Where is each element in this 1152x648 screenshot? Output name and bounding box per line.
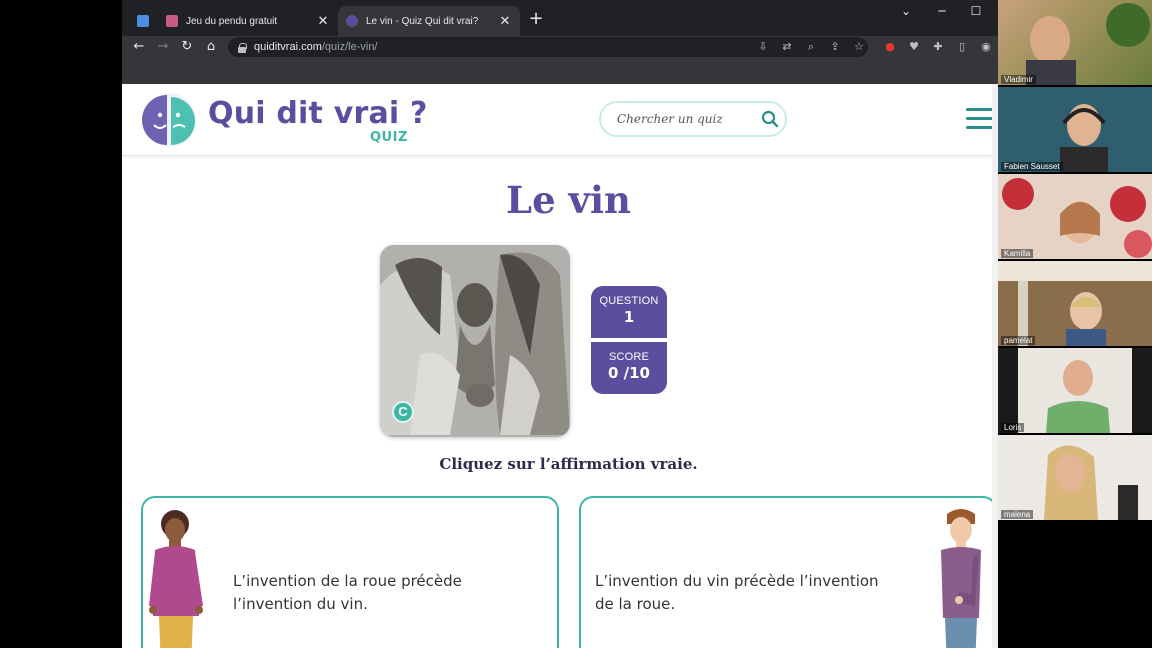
screen: Jeu du pendu gratuit ✕ Le vin - Quiz Qui…	[0, 0, 1152, 648]
extension-record-icon[interactable]: ●	[882, 39, 898, 55]
tab-search-chevron-icon[interactable]: ⌄	[896, 4, 916, 18]
back-icon[interactable]: ←	[130, 38, 148, 56]
tab-le-vin[interactable]: Le vin - Quiz Qui dit vrai? ✕	[338, 6, 520, 36]
participant-name: pamelat	[1001, 336, 1036, 345]
question-label: QUESTION	[599, 295, 659, 307]
participant-video	[998, 261, 1152, 346]
participant-video	[1060, 104, 1108, 172]
participant-video	[998, 348, 1152, 433]
copyright-badge-icon[interactable]: C	[392, 401, 414, 423]
man-character-illustration	[941, 509, 981, 648]
participant-name: Kamilla	[1001, 249, 1034, 258]
bookmark-bar	[122, 58, 998, 84]
answer-text: L’invention du vin précède l’invention d…	[595, 572, 879, 613]
participant-video	[1002, 178, 1152, 258]
minimize-icon[interactable]: ─	[932, 4, 952, 18]
logo-subtitle: QUIZ	[370, 130, 408, 145]
browser-toolbar: ← → ↻ ⌂ quiditvrai.com /quiz/le-vin/ ⇩ ⇄…	[122, 36, 998, 58]
score-counter: SCORE 0 /10	[591, 342, 667, 394]
tab-pinned[interactable]	[128, 6, 158, 36]
participant-tile[interactable]: Kamilla	[998, 174, 1152, 259]
participant-video	[1044, 445, 1138, 520]
video-call-panel: Vladimir Fabien Sausset Kamilla pamelat …	[998, 0, 1152, 648]
tab-title: Jeu du pendu gratuit	[186, 15, 278, 27]
participant-tile[interactable]: Loris	[998, 348, 1152, 433]
side-panel-icon[interactable]: ▯	[954, 39, 970, 55]
logo-faces-icon[interactable]	[140, 91, 198, 149]
score-label: SCORE	[608, 351, 650, 363]
pendu-favicon-icon	[166, 15, 178, 27]
bookmark-star-icon[interactable]: ☆	[851, 39, 867, 55]
question-counter: QUESTION 1	[591, 286, 667, 338]
participant-name: malena	[1001, 510, 1034, 519]
participant-name: Loris	[1001, 423, 1025, 432]
tab-pendu[interactable]: Jeu du pendu gratuit ✕	[158, 6, 338, 36]
instruction-text: Cliquez sur l’affirmation vraie.	[439, 455, 698, 473]
search-input[interactable]: Chercher un quiz	[617, 112, 755, 126]
extension-shield-icon[interactable]: ♥	[906, 39, 922, 55]
new-tab-button[interactable]: +	[526, 8, 546, 30]
participant-tile[interactable]: Vladimir	[998, 0, 1152, 85]
participant-name: Fabien Sausset	[1001, 162, 1063, 171]
search-icon[interactable]	[755, 104, 785, 134]
url-path: /quiz/le-vin/	[321, 41, 378, 53]
tab-close-icon[interactable]: ✕	[316, 13, 330, 29]
calendar-icon	[137, 15, 149, 27]
answer-card-b[interactable]: L’invention du vin précède l’invention d…	[579, 496, 997, 648]
address-bar[interactable]: quiditvrai.com /quiz/le-vin/	[228, 37, 868, 57]
forward-icon[interactable]: →	[154, 38, 172, 56]
tab-title: Le vin - Quiz Qui dit vrai?	[366, 15, 479, 27]
profile-avatar-icon[interactable]: ◉	[978, 39, 994, 55]
participant-video	[1026, 3, 1150, 85]
quiditvrai-favicon-icon	[346, 15, 358, 27]
browser-window: Jeu du pendu gratuit ✕ Le vin - Quiz Qui…	[122, 0, 998, 648]
lock-icon	[238, 42, 247, 53]
zoom-icon[interactable]: ⌕	[803, 39, 819, 55]
site-header: Qui dit vrai ? QUIZ Chercher un quiz	[122, 84, 998, 156]
install-app-icon[interactable]: ⇩	[755, 39, 771, 55]
search-box[interactable]: Chercher un quiz	[599, 101, 787, 137]
logo-title[interactable]: Qui dit vrai ?	[208, 96, 428, 131]
page-title: Le vin	[506, 178, 631, 222]
participant-name: Vladimir	[1001, 75, 1036, 84]
tab-strip: Jeu du pendu gratuit ✕ Le vin - Quiz Qui…	[122, 0, 998, 36]
extensions-puzzle-icon[interactable]: ✚	[930, 39, 946, 55]
maximize-icon[interactable]: ☐	[966, 4, 986, 18]
score-value: 0 /10	[607, 364, 650, 382]
url-host: quiditvrai.com	[254, 41, 322, 53]
quiz-image: C	[380, 245, 570, 437]
translate-icon[interactable]: ⇄	[779, 39, 795, 55]
tab-close-icon[interactable]: ✕	[498, 13, 512, 29]
participant-tile[interactable]: Fabien Sausset	[998, 87, 1152, 172]
answer-card-a[interactable]: L’invention de la roue précède l’inventi…	[141, 496, 559, 648]
answer-text: L’invention de la roue précède l’inventi…	[233, 572, 462, 613]
participant-tile[interactable]: malena	[998, 435, 1152, 520]
home-icon[interactable]: ⌂	[202, 38, 220, 56]
share-icon[interactable]: ⇪	[827, 39, 843, 55]
reload-icon[interactable]: ↻	[178, 38, 196, 56]
question-value: 1	[623, 308, 635, 326]
web-page: Qui dit vrai ? QUIZ Chercher un quiz Le …	[122, 84, 998, 648]
participant-tile[interactable]: pamelat	[998, 261, 1152, 346]
woman-character-illustration	[149, 510, 203, 648]
